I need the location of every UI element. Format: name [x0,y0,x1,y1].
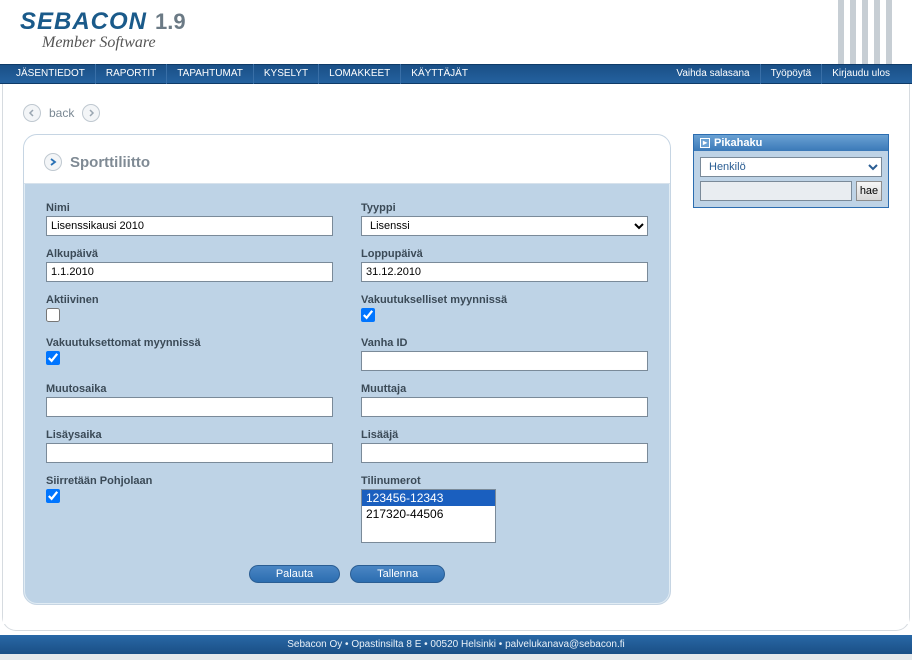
quick-search-input[interactable] [700,181,852,201]
nav-lomakkeet[interactable]: LOMAKKEET [318,64,400,84]
field-vanha-id: Vanha ID [361,337,648,371]
back-label[interactable]: back [49,106,74,120]
nav-raportit[interactable]: RAPORTIT [95,64,166,84]
nav-change-password[interactable]: Vaihda salasana [666,64,759,84]
label-loppupaiva: Loppupäivä [361,248,648,260]
checkbox-siirretaan[interactable] [46,489,60,503]
field-muuttaja: Muuttaja [361,383,648,417]
quick-search-panel: ▸ Pikahaku Henkilö hae [693,134,889,208]
label-lisaaja: Lisääjä [361,429,648,441]
label-aktiivinen: Aktiivinen [46,294,333,306]
panel-arrow-icon [44,153,62,171]
list-item[interactable]: 217320-44506 [362,506,495,522]
logo: SEBACON 1.9 [20,8,912,36]
panel-title-row: Sporttiliitto [24,135,670,184]
back-row: back [23,104,889,122]
nav-tapahtumat[interactable]: TAPAHTUMAT [166,64,253,84]
save-button[interactable]: Tallenna [350,565,445,583]
field-vakuutukselliset: Vakuutukselliset myynnissä [361,294,648,325]
input-lisaysaika[interactable] [46,443,333,463]
nav-kyselyt[interactable]: KYSELYT [253,64,318,84]
field-tyyppi: Tyyppi Lisenssi [361,202,648,236]
quick-search-type-select[interactable]: Henkilö [700,157,882,177]
label-muuttaja: Muuttaja [361,383,648,395]
logo-version: 1.9 [155,9,186,35]
input-nimi[interactable] [46,216,333,236]
quick-search-toggle-icon[interactable]: ▸ [700,138,710,148]
header-stripes-icon [838,0,892,64]
input-loppupaiva[interactable] [361,262,648,282]
listbox-tilinumerot[interactable]: 123456-12343 217320-44506 [361,489,496,543]
quick-search-button[interactable]: hae [856,181,882,201]
field-tilinumerot: Tilinumerot 123456-12343 217320-44506 [361,475,648,543]
panel-title: Sporttiliitto [70,154,150,171]
nav-desktop[interactable]: Työpöytä [760,64,822,84]
checkbox-aktiivinen[interactable] [46,308,60,322]
select-tyyppi[interactable]: Lisenssi [361,216,648,236]
input-vanha-id[interactable] [361,351,648,371]
label-nimi: Nimi [46,202,333,214]
reset-button[interactable]: Palauta [249,565,340,583]
label-alkupaiva: Alkupäivä [46,248,333,260]
field-alkupaiva: Alkupäivä [46,248,333,282]
input-muutosaika[interactable] [46,397,333,417]
logo-subtitle: Member Software [42,34,912,52]
field-vakuutuksettomat: Vakuutuksettomat myynnissä [46,337,333,371]
nav-jasentiedot[interactable]: JÄSENTIEDOT [12,64,95,84]
field-loppupaiva: Loppupäivä [361,248,648,282]
label-tyyppi: Tyyppi [361,202,648,214]
input-lisaaja[interactable] [361,443,648,463]
list-item[interactable]: 123456-12343 [362,490,495,506]
field-lisaaja: Lisääjä [361,429,648,463]
label-vanha-id: Vanha ID [361,337,648,349]
checkbox-vakuutukselliset[interactable] [361,308,375,322]
field-lisaysaika: Lisäysaika [46,429,333,463]
label-siirretaan: Siirretään Pohjolaan [46,475,333,487]
quick-search-title-row: ▸ Pikahaku [694,135,888,151]
back-arrow-right-icon[interactable] [82,104,100,122]
label-vakuutukselliset: Vakuutukselliset myynnissä [361,294,648,306]
input-alkupaiva[interactable] [46,262,333,282]
checkbox-vakuutuksettomat[interactable] [46,351,60,365]
header: SEBACON 1.9 Member Software [0,0,912,64]
quick-search-title: Pikahaku [714,137,762,149]
main-nav: JÄSENTIEDOT RAPORTIT TAPAHTUMAT KYSELYT … [0,64,912,84]
footer: Sebacon Oy • Opastinsilta 8 E • 00520 He… [0,635,912,654]
nav-logout[interactable]: Kirjaudu ulos [821,64,900,84]
back-arrow-left-icon[interactable] [23,104,41,122]
field-siirretaan: Siirretään Pohjolaan [46,475,333,543]
form-panel: Sporttiliitto Nimi Tyyppi Lisenssi [23,134,671,605]
input-muuttaja[interactable] [361,397,648,417]
label-lisaysaika: Lisäysaika [46,429,333,441]
logo-name: SEBACON [20,8,147,36]
field-muutosaika: Muutosaika [46,383,333,417]
label-tilinumerot: Tilinumerot [361,475,648,487]
label-muutosaika: Muutosaika [46,383,333,395]
field-aktiivinen: Aktiivinen [46,294,333,325]
field-nimi: Nimi [46,202,333,236]
nav-kayttajat[interactable]: KÄYTTÄJÄT [400,64,478,84]
label-vakuutuksettomat: Vakuutuksettomat myynnissä [46,337,333,349]
